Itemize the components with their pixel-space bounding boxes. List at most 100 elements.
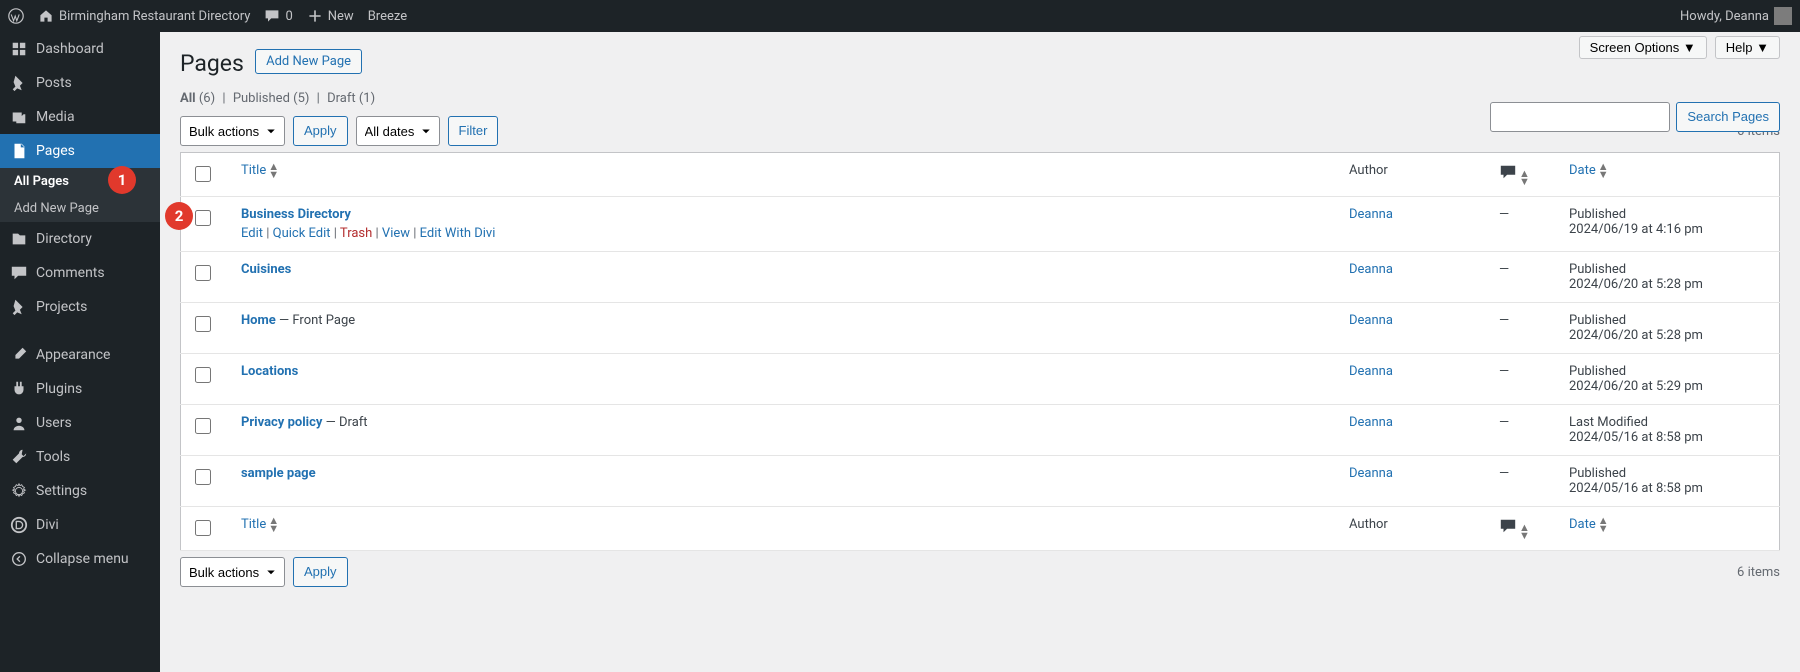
site-title: Birmingham Restaurant Directory [59,9,250,24]
apply-button-top[interactable]: Apply [293,116,348,146]
author-link[interactable]: Deanna [1349,364,1393,379]
row-checkbox[interactable] [195,418,211,434]
table-row: Business DirectoryEdit | Quick Edit | Tr… [181,197,1780,252]
menu-label: Media [36,109,75,125]
row-checkbox[interactable] [195,469,211,485]
row-edit-divi[interactable]: Edit With Divi [420,226,496,241]
col-author: Author [1339,153,1489,197]
row-comments: — [1489,197,1559,252]
menu-label: Tools [36,449,70,465]
pages-table: Title▲▼ Author ▲▼ Date▲▼ Business Direct… [180,152,1780,551]
help-button[interactable]: Help ▼ [1715,36,1780,59]
menu-appearance[interactable]: Appearance [0,338,160,372]
row-date: Published2024/06/20 at 5:28 pm [1559,252,1780,303]
screen-options-button[interactable]: Screen Options ▼ [1579,36,1707,59]
menu-dashboard[interactable]: Dashboard [0,32,160,66]
pages-icon [10,142,28,160]
menu-posts[interactable]: Posts [0,66,160,100]
bulk-actions-select-top[interactable]: Bulk actions [180,116,285,146]
page-title: Pages [180,50,244,77]
page-title-link[interactable]: Locations [241,364,298,379]
sort-date-bottom[interactable]: Date▲▼ [1569,517,1609,532]
home-icon [38,8,54,24]
row-edit[interactable]: Edit [241,226,263,241]
search-input[interactable] [1490,102,1670,132]
submenu-item[interactable]: All Pages [0,168,160,195]
comment-icon [10,264,28,282]
page-suffix: — Draft [322,415,367,430]
menu-users[interactable]: Users [0,406,160,440]
howdy-account[interactable]: Howdy, Deanna [1680,7,1792,25]
row-view[interactable]: View [382,226,410,241]
author-link[interactable]: Deanna [1349,262,1393,277]
sort-title-top[interactable]: Title▲▼ [241,163,279,178]
breeze-link[interactable]: Breeze [368,9,407,24]
row-checkbox[interactable] [195,316,211,332]
add-new-page-button[interactable]: Add New Page [255,49,362,74]
menu-label: Directory [36,231,92,247]
page-title-link[interactable]: Home [241,313,276,328]
filter-published[interactable]: Published (5) [233,91,310,106]
search-pages-button[interactable]: Search Pages [1676,102,1780,132]
new-content[interactable]: New [307,8,354,24]
divi-icon [10,516,28,534]
menu-divi[interactable]: Divi [0,508,160,542]
date-filter-select[interactable]: All dates [356,116,440,146]
menu-tools[interactable]: Tools [0,440,160,474]
media-icon [10,108,28,126]
select-all-top[interactable] [195,166,211,182]
menu-label: Posts [36,75,72,91]
author-link[interactable]: Deanna [1349,466,1393,481]
row-quick-edit[interactable]: Quick Edit [273,226,331,241]
menu-pages[interactable]: Pages [0,134,160,168]
site-link[interactable]: Birmingham Restaurant Directory [38,8,250,24]
admin-toolbar: Birmingham Restaurant Directory 0 New Br… [0,0,1800,32]
author-link[interactable]: Deanna [1349,207,1393,222]
row-checkbox[interactable] [195,210,211,226]
comments-link[interactable]: 0 [264,8,292,24]
avatar [1774,7,1792,25]
row-trash[interactable]: Trash [340,226,372,241]
menu-collapse[interactable]: Collapse menu [0,542,160,576]
menu-projects[interactable]: Projects [0,290,160,324]
howdy-text: Howdy, Deanna [1680,9,1769,24]
page-title-link[interactable]: sample page [241,466,316,481]
user-icon [10,414,28,432]
row-date: Published2024/06/19 at 4:16 pm [1559,197,1780,252]
menu-label: Collapse menu [36,551,129,567]
page-title-link[interactable]: Cuisines [241,262,291,277]
filter-all[interactable]: All (6) [180,91,215,106]
row-comments: — [1489,354,1559,405]
sort-date-top[interactable]: Date▲▼ [1569,163,1609,178]
page-title-link[interactable]: Business Directory [241,207,351,222]
tools-icon [10,448,28,466]
collapse-icon [10,550,28,568]
author-link[interactable]: Deanna [1349,415,1393,430]
page-suffix: — Front Page [276,313,355,328]
sort-title-bottom[interactable]: Title▲▼ [241,517,279,532]
table-row: Home — Front PageDeanna—Published2024/06… [181,303,1780,354]
comments-column-icon[interactable]: ▲▼ [1499,170,1530,185]
submenu-item[interactable]: Add New Page [0,195,160,222]
menu-settings[interactable]: Settings [0,474,160,508]
menu-plugins[interactable]: Plugins [0,372,160,406]
menu-media[interactable]: Media [0,100,160,134]
filter-draft[interactable]: Draft (1) [327,91,375,106]
filter-button[interactable]: Filter [448,116,499,146]
page-title-link[interactable]: Privacy policy [241,415,322,430]
row-date: Published2024/06/20 at 5:28 pm [1559,303,1780,354]
comment-icon [264,8,280,24]
comments-column-icon-bottom[interactable]: ▲▼ [1499,524,1530,539]
table-row: CuisinesDeanna—Published2024/06/20 at 5:… [181,252,1780,303]
wp-logo[interactable] [8,8,24,24]
menu-label: Comments [36,265,105,281]
select-all-bottom[interactable] [195,520,211,536]
row-checkbox[interactable] [195,367,211,383]
bulk-actions-select-bottom[interactable]: Bulk actions [180,557,285,587]
apply-button-bottom[interactable]: Apply [293,557,348,587]
menu-directory[interactable]: Directory [0,222,160,256]
menu-comments[interactable]: Comments [0,256,160,290]
row-checkbox[interactable] [195,265,211,281]
author-link[interactable]: Deanna [1349,313,1393,328]
pin-icon [10,298,28,316]
